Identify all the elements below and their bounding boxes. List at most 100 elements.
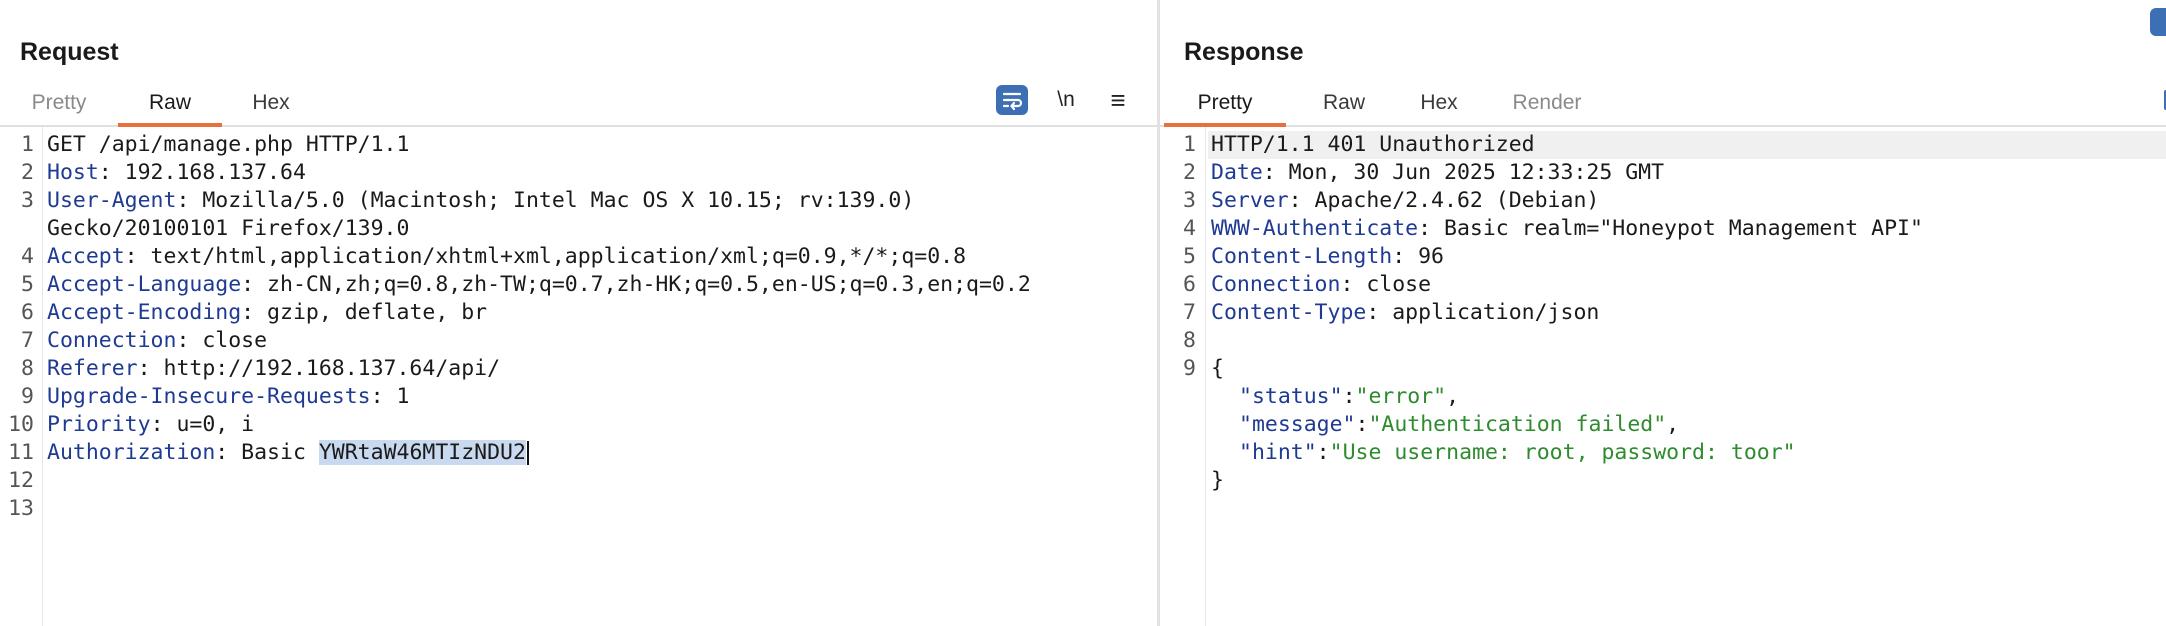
json-comma: , [1446,384,1460,409]
line-text: Authorization: Basic YWRtaW46MTIzNDU2 [47,439,529,467]
response-title: Response [1184,38,1304,66]
line-text: Accept: text/html,application/xhtml+xml,… [47,243,966,271]
line-text: Accept-Language: zh-CN,zh;q=0.8,zh-TW;q=… [47,271,1031,299]
code-line: 10 Priority: u=0, i [0,411,1150,439]
tab-hex[interactable]: Hex [1404,84,1474,125]
line-number: 3 [21,188,34,213]
json-key: "status" [1239,384,1343,409]
code-line: 9 Upgrade-Insecure-Requests: 1 [0,383,1150,411]
json-comma: , [1666,412,1680,437]
line-number: 8 [1183,328,1196,353]
line-number: 6 [21,300,34,325]
tab-raw[interactable]: Raw [118,84,222,127]
code-line: 7 Connection: close [0,327,1150,355]
header-name: Referer [47,356,138,381]
header-value: : u=0, i [150,412,255,437]
header-name: Connection [47,328,177,353]
header-value: : Basic realm="Honeypot Management API" [1418,216,1923,241]
json-key: "hint" [1239,440,1317,465]
header-value: : application/json [1366,300,1600,325]
code-line: 5 Content-Length: 96 [1160,243,2160,271]
line-number: 6 [1183,272,1196,297]
header-name: Accept [47,244,125,269]
line-text: Host: 192.168.137.64 [47,159,306,187]
line-text: HTTP/1.1 401 Unauthorized [1211,131,1535,159]
line-text: Referer: http://192.168.137.64/api/ [47,355,500,383]
header-name: Host [47,160,99,185]
json-value: "Use username: root, password: toor" [1329,440,1796,465]
line-text: Connection: close [47,327,267,355]
json-line: "hint":"Use username: root, password: to… [1160,439,2160,467]
header-name: Priority [47,412,151,437]
json-sep: : [1316,440,1330,465]
word-wrap-icon [996,85,1028,115]
code-line: 6 Connection: close [1160,271,2160,299]
code-line: 5 Accept-Language: zh-CN,zh;q=0.8,zh-TW;q… [0,271,1150,299]
line-number: 1 [21,132,34,157]
line-number: 9 [21,384,34,409]
header-value: Gecko/20100101 Firefox/139.0 [47,216,410,241]
line-number: 5 [21,272,34,297]
tab-pretty[interactable]: Pretty [22,84,96,125]
header-name: Connection [1211,272,1341,297]
line-number: 7 [21,328,34,353]
word-wrap-button[interactable] [996,84,1028,116]
line-number: 1 [1183,132,1196,157]
selected-text[interactable]: YWRtaW46MTIzNDU2 [318,440,526,465]
line-number: 11 [8,440,34,465]
code-line: Gecko/20100101 Firefox/139.0 [0,215,1150,243]
header-name: User-Agent [47,188,177,213]
line-number: 13 [8,496,34,521]
line-number: 10 [8,412,34,437]
header-value: : close [1340,272,1432,297]
code-line: 8 [1160,327,2160,355]
request-title: Request [20,38,119,66]
code-line: 13 [0,495,1150,523]
line-number: 9 [1183,356,1196,381]
request-tabs: Pretty Raw Hex [0,84,1157,127]
layout-toggle-icon[interactable] [2150,8,2166,36]
line-number: 4 [21,244,34,269]
line-number: 4 [1183,216,1196,241]
header-name: Upgrade-Insecure-Requests [47,384,371,409]
hamburger-menu-icon[interactable]: ≡ [1104,84,1132,116]
code-line: 12 [0,467,1150,495]
line-number: 7 [1183,300,1196,325]
line-number: 2 [1183,160,1196,185]
line-number: 8 [21,356,34,381]
header-name: Accept-Language [47,272,242,297]
header-value: : http://192.168.137.64/api/ [137,356,501,381]
line-text: Upgrade-Insecure-Requests: 1 [47,383,409,411]
tab-render[interactable]: Render [1500,84,1594,125]
tab-hex[interactable]: Hex [236,84,306,125]
header-name: Content-Length [1211,244,1393,269]
line-number: 12 [8,468,34,493]
json-pair: "hint":"Use username: root, password: to… [1239,439,1796,467]
code-line: 3 User-Agent: Mozilla/5.0 (Macintosh; Int… [0,187,1150,215]
code-line: 6 Accept-Encoding: gzip, deflate, br [0,299,1150,327]
tab-pretty[interactable]: Pretty [1164,84,1286,127]
header-value: : 96 [1392,244,1444,269]
text-caret [526,441,529,465]
header-value: : Mozilla/5.0 (Macintosh; Intel Mac OS X… [176,188,915,213]
line-number: 5 [1183,244,1196,269]
request-editor[interactable]: 1 GET /api/manage.php HTTP/1.1 2 Host: 192.… [0,127,1157,626]
code-line: 1 GET /api/manage.php HTTP/1.1 [0,131,1150,159]
header-value: : text/html,application/xhtml+xml,applic… [124,244,967,269]
json-value: "error" [1355,384,1447,409]
code-line: 1 HTTP/1.1 401 Unauthorized [1160,131,2160,159]
code-line: 9{ [1160,355,2160,383]
code-line: 2 Host: 192.168.137.64 [0,159,1150,187]
header-value: HTTP/1.1 401 Unauthorized [1211,132,1535,157]
line-text: Content-Type: application/json [1211,299,1599,327]
response-editor[interactable]: 1 HTTP/1.1 401 Unauthorized 2 Date: Mon, 30… [1160,127,2166,626]
header-value: : Apache/2.4.62 (Debian) [1288,188,1600,213]
tab-raw[interactable]: Raw [1308,84,1380,125]
line-number: 2 [21,160,34,185]
json-sep: : [1355,412,1369,437]
json-sep: : [1342,384,1356,409]
code-line: 11 Authorization: Basic YWRtaW46MTIzNDU2 [0,439,1150,467]
newline-toggle[interactable]: \n [1052,84,1080,116]
code-line: 4 WWW-Authenticate: Basic realm="Honeypot… [1160,215,2160,243]
line-text: Content-Length: 96 [1211,243,1444,271]
